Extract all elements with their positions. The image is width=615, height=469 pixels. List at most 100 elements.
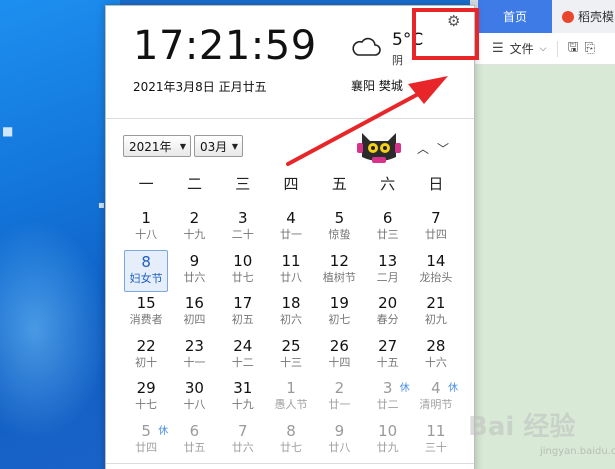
day-cell[interactable]: 21 初九 <box>412 292 460 335</box>
day-cell[interactable]: 29 十七 <box>122 377 170 420</box>
lunar-date: 廿七 <box>231 270 254 284</box>
desktop-wallpaper: ■ ▪ <box>0 0 120 469</box>
day-cell[interactable]: 11 三十 <box>412 420 460 463</box>
lunar-date: 二十 <box>231 228 254 241</box>
lunar-date: 廿八 <box>328 440 351 454</box>
day-cell[interactable]: 9 廿八 <box>315 420 363 463</box>
day-cell[interactable]: 17 初五 <box>219 292 267 335</box>
day-number: 13 <box>378 251 398 270</box>
day-number: 20 <box>378 294 398 312</box>
lunar-date: 廿一 <box>328 398 351 411</box>
day-cell[interactable]: 4 清明节 休 <box>412 377 460 420</box>
day-cell[interactable]: 5 廿四休 <box>122 420 170 463</box>
lunar-date: 十六 <box>424 355 447 369</box>
weekday-header: 一二三四五六日 <box>122 173 462 193</box>
lunar-date: 廿四 <box>135 440 158 454</box>
day-cell-today[interactable]: 8 妇女节 <box>124 249 169 292</box>
day-cell[interactable]: 10 廿七 <box>219 250 267 293</box>
weather-city[interactable]: 襄阳 樊城 <box>351 77 403 94</box>
day-cell[interactable]: 8 廿七 <box>267 420 315 463</box>
lunar-date: 植树节 <box>322 270 356 284</box>
day-cell[interactable]: 7 廿六 <box>219 420 267 463</box>
lunar-date: 廿六 <box>231 440 254 454</box>
lunar-date: 二月 <box>376 270 399 284</box>
lunar-date: 廿五 <box>183 440 206 454</box>
day-cell[interactable]: 18 初六 <box>267 292 315 335</box>
lunar-date: 十八 <box>135 228 158 241</box>
tab-home[interactable]: 首页 <box>478 0 552 33</box>
year-select-value: 2021年 <box>129 139 172 154</box>
day-cell[interactable]: 6 廿三 <box>363 207 411 250</box>
day-cell[interactable]: 19 初七 <box>315 292 363 335</box>
day-cell[interactable]: 22 初十 <box>122 335 170 378</box>
day-cell[interactable]: 24 十二 <box>219 335 267 378</box>
lunar-date: 廿八 <box>280 270 303 284</box>
day-cell[interactable]: 9 廿六 <box>170 250 218 293</box>
day-cell[interactable]: 25 十三 <box>267 335 315 378</box>
day-cell[interactable]: 6 廿五 <box>170 420 218 463</box>
lunar-date: 十八 <box>183 398 206 411</box>
day-cell[interactable]: 30 十八 <box>170 377 218 420</box>
day-cell[interactable]: 10 廿九 <box>363 420 411 463</box>
day-cell[interactable]: 3 廿二休 <box>363 377 411 420</box>
month-select[interactable]: 03月 ▼ <box>194 135 243 157</box>
day-number: 30 <box>184 379 204 397</box>
lunar-date: 妇女节 <box>129 271 163 285</box>
lunar-date: 廿六 <box>183 270 206 284</box>
calendar-popup: 17:21:59 2021年3月8日 正月廿五 5°C 阴 襄阳 樊城 ⚙ 20… <box>105 5 475 469</box>
export-icon[interactable]: ⎘ <box>585 41 595 56</box>
day-number: 18 <box>281 294 301 312</box>
day-number: 28 <box>426 336 446 355</box>
day-cell[interactable]: 20 春分 <box>363 292 411 335</box>
calendar-grid: 1 十八 2 十九 3 二十 4 廿一 5 惊蛰 6 廿三 7 廿四 8 妇女节 9 廿六 10 廿七 11 廿八 12 植树… <box>122 207 462 462</box>
cloud-icon <box>352 37 381 56</box>
day-cell[interactable]: 1 十八 <box>122 207 170 250</box>
chevron-down-icon: ▼ <box>179 141 186 151</box>
year-select[interactable]: 2021年 ▼ <box>123 135 191 157</box>
day-number: 21 <box>426 294 446 312</box>
day-cell[interactable]: 2 廿一 <box>315 377 363 420</box>
day-cell[interactable]: 4 廿一 <box>267 207 315 250</box>
save-icon[interactable]: 🖫 <box>568 38 579 60</box>
day-number: 2 <box>189 209 200 227</box>
month-select-value: 03月 <box>200 139 228 154</box>
day-cell[interactable]: 31 十九 <box>219 377 267 420</box>
day-cell[interactable]: 23 十一 <box>170 335 218 378</box>
day-cell[interactable]: 7 廿四 <box>412 207 460 250</box>
day-cell[interactable]: 13 二月 <box>363 250 411 293</box>
day-cell[interactable]: 26 十四 <box>315 335 363 378</box>
weather-condition: 阴 <box>392 54 403 67</box>
lunar-date: 初四 <box>183 313 206 326</box>
day-cell[interactable]: 28 十六 <box>412 335 460 378</box>
chevron-down-icon[interactable]: ﹀ <box>437 140 449 157</box>
day-cell[interactable]: 16 初四 <box>170 292 218 335</box>
tab-docer-label: 稻壳模 <box>578 10 615 24</box>
day-number: 2 <box>334 379 345 397</box>
chevron-up-icon[interactable]: ︿ <box>417 140 429 157</box>
clock-date: 2021年3月8日 正月廿五 <box>133 80 267 94</box>
day-cell[interactable]: 2 十九 <box>170 207 218 250</box>
day-number: 25 <box>281 336 301 355</box>
day-number: 1 <box>286 379 296 397</box>
lunar-date: 十一 <box>183 355 206 369</box>
lunar-date: 十四 <box>328 355 351 369</box>
day-cell[interactable]: 3 二十 <box>219 207 267 250</box>
chevron-down-icon[interactable]: ⌵ <box>540 44 547 54</box>
day-cell[interactable]: 15 消费者 <box>122 292 170 335</box>
day-number: 26 <box>329 336 349 355</box>
day-cell[interactable]: 12 植树节 <box>315 250 363 293</box>
day-number: 29 <box>136 379 156 397</box>
weekday-label: 二 <box>186 175 202 193</box>
file-menu-label[interactable]: 文件 <box>510 40 534 57</box>
tab-docer[interactable]: 稻壳模 <box>552 0 615 33</box>
lunar-date: 廿三 <box>376 228 399 241</box>
day-cell[interactable]: 11 廿八 <box>267 250 315 293</box>
day-cell[interactable]: 27 十五 <box>363 335 411 378</box>
day-cell[interactable]: 14 龙抬头 <box>412 250 460 293</box>
lunar-date: 初九 <box>424 313 447 326</box>
app-toolbar: ☰ 文件 ⌵ 🖫 ⎘ <box>470 33 615 65</box>
menu-icon[interactable]: ☰ <box>492 41 504 56</box>
day-cell[interactable]: 5 惊蛰 <box>315 207 363 250</box>
day-cell[interactable]: 1 愚人节 <box>267 377 315 420</box>
tmall-cat-mascot-icon[interactable] <box>356 127 402 167</box>
